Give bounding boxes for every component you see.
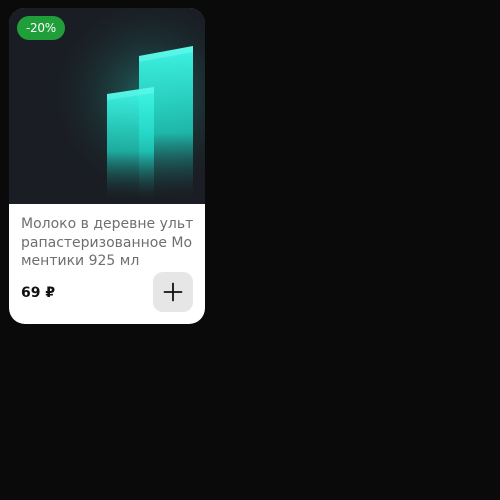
product-title[interactable]: Молоко в деревне ультрапастеризованное М… xyxy=(21,215,197,271)
product-image[interactable]: -20% xyxy=(9,8,205,204)
discount-badge: -20% xyxy=(17,16,65,40)
product-card[interactable]: -20% Молоко в деревне ультрапастеризован… xyxy=(9,8,205,324)
product-price: 69 ₽ xyxy=(21,285,56,301)
add-to-cart-button[interactable] xyxy=(153,272,193,312)
plus-icon xyxy=(163,282,183,302)
